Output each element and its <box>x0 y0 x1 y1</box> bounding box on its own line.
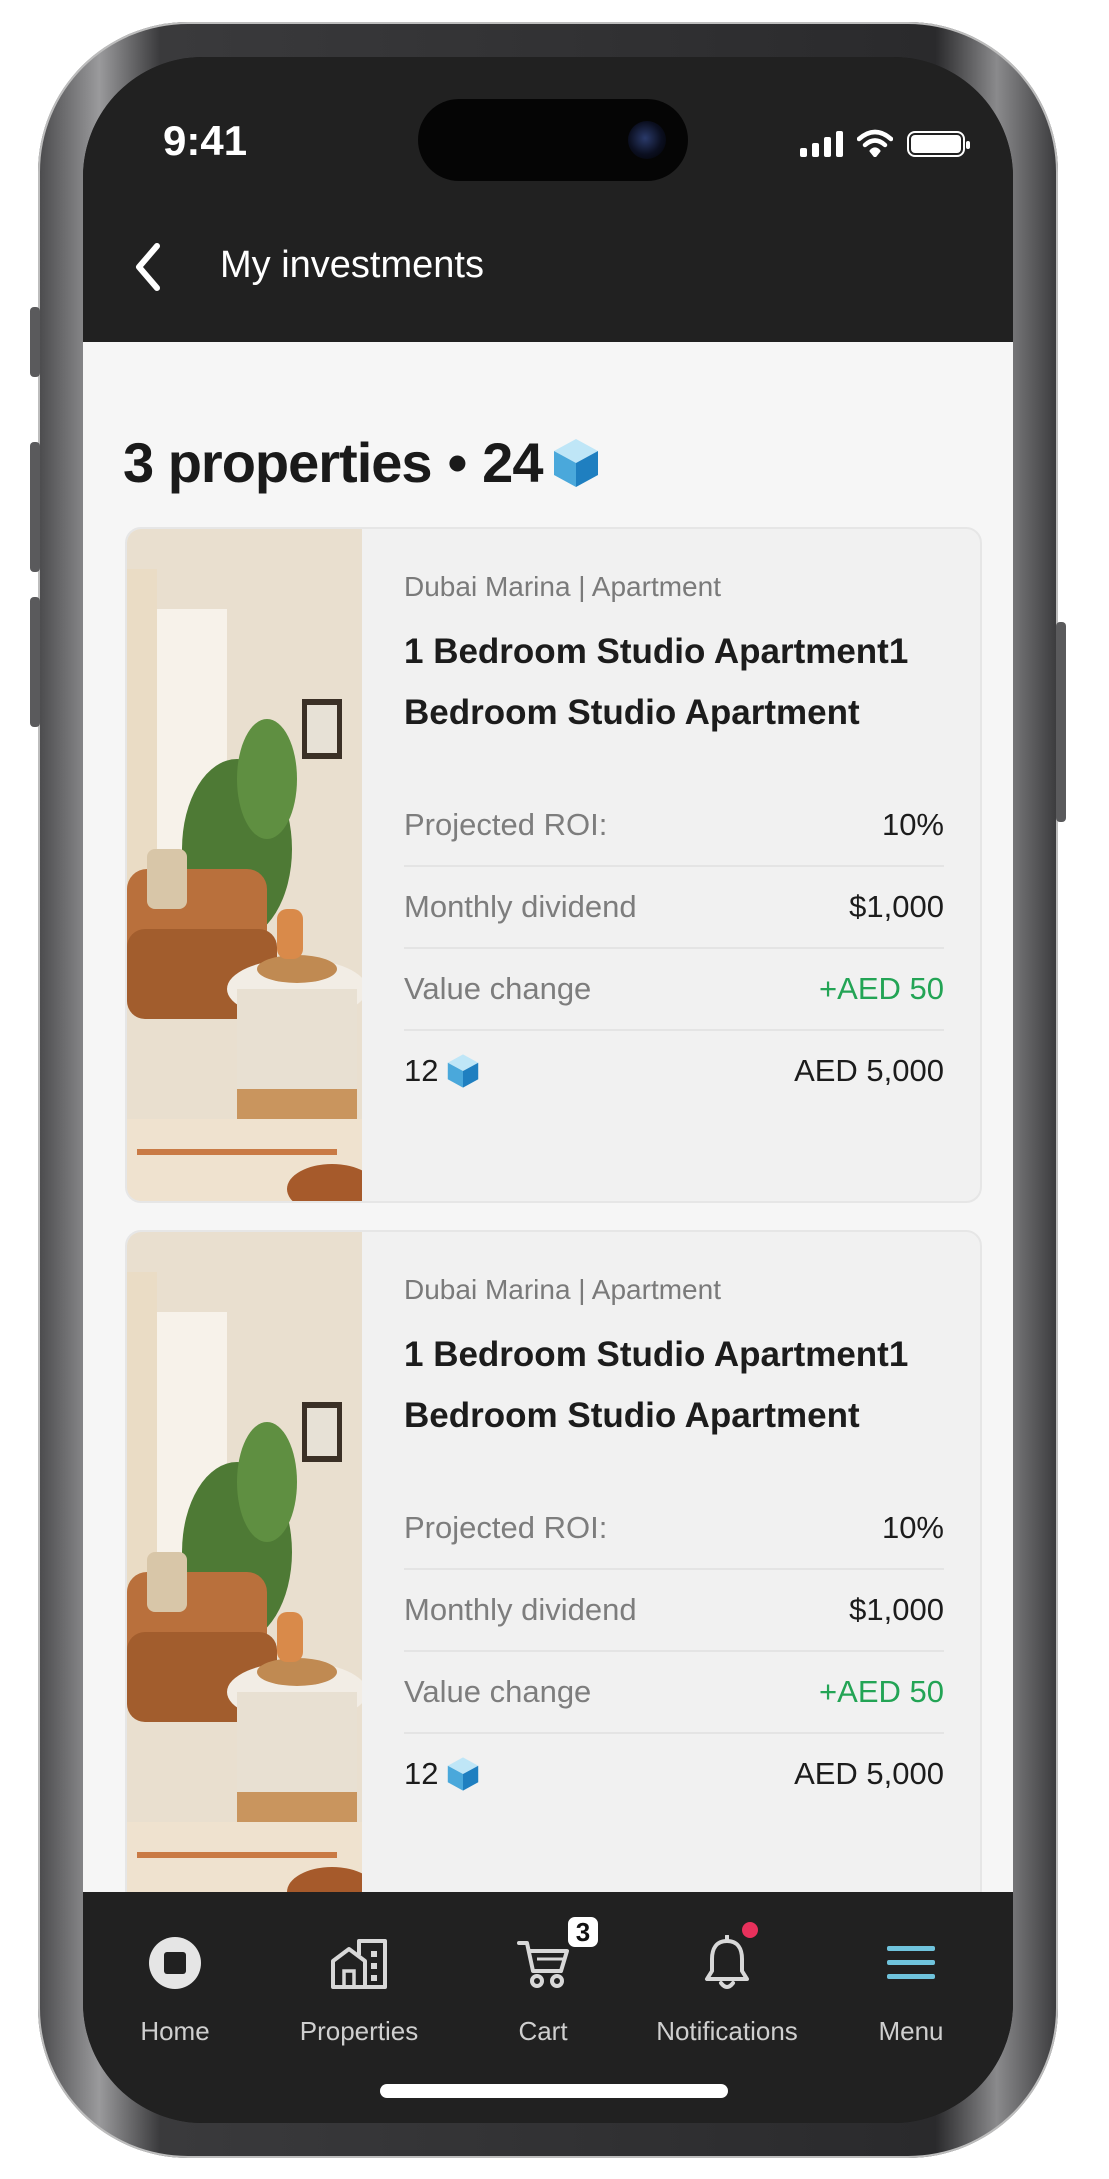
battery-icon <box>907 131 970 157</box>
holding-amount: AED 5,000 <box>794 1756 944 1791</box>
signal-icon <box>800 129 843 157</box>
tab-label: Cart <box>518 2016 568 2046</box>
wifi-icon <box>857 129 893 157</box>
value-change-label: Value change <box>404 1674 592 1709</box>
phone-side-button <box>1056 622 1066 822</box>
roi-value: 10% <box>881 1510 944 1545</box>
dividend-value: $1,000 <box>849 889 944 924</box>
chevron-left-icon <box>136 243 160 291</box>
property-card[interactable]: Dubai Marina | Apartment 1 Bedroom Studi… <box>125 527 982 1203</box>
status-icons <box>800 123 970 157</box>
home-indicator[interactable] <box>380 2084 728 2098</box>
property-title: 1 Bedroom Studio Apartment1 Bedroom Stud… <box>404 1335 909 1435</box>
tab-menu[interactable]: Menu <box>819 1930 1003 2047</box>
holding-row: 12 AED 5,000 <box>404 1031 944 1111</box>
roi-label: Projected ROI: <box>404 807 608 842</box>
cart-icon <box>517 1941 569 1988</box>
cube-icon <box>448 1054 479 1088</box>
token-count: 12 <box>404 1053 439 1088</box>
app-screen: 9:41 My investments 3 properties • 24 Du… <box>83 57 1013 2123</box>
roi-value: 10% <box>881 807 944 842</box>
tab-label: Home <box>140 2016 210 2046</box>
value-change-label: Value change <box>404 971 592 1006</box>
property-title: 1 Bedroom Studio Apartment1 Bedroom Stud… <box>404 632 909 732</box>
cube-icon <box>448 1757 479 1791</box>
phone-side-button <box>30 307 40 377</box>
property-stats: Projected ROI: 10% Monthly dividend $1,0… <box>404 1488 944 1814</box>
property-image <box>127 1232 362 1892</box>
value-change-row: Value change +AED 50 <box>404 949 944 1031</box>
phone-side-button <box>30 442 40 572</box>
dividend-row: Monthly dividend $1,000 <box>404 1570 944 1652</box>
property-card[interactable]: Dubai Marina | Apartment 1 Bedroom Studi… <box>125 1230 982 1892</box>
bell-icon <box>705 1935 749 1989</box>
tab-label: Menu <box>878 2016 944 2046</box>
roi-label: Projected ROI: <box>404 1510 608 1545</box>
cart-badge: 3 <box>565 1914 601 1950</box>
property-stats: Projected ROI: 10% Monthly dividend $1,0… <box>404 785 944 1111</box>
tab-label: Properties <box>299 2016 419 2046</box>
tab-home[interactable]: Home <box>83 1930 267 2047</box>
token-quantity: 12 <box>404 1756 480 1792</box>
dynamic-island <box>418 99 688 181</box>
property-location: Dubai Marina | Apartment <box>404 1274 721 1305</box>
top-bar: 9:41 My investments <box>83 57 1013 342</box>
camera-icon <box>628 121 666 159</box>
dividend-label: Monthly dividend <box>404 1592 637 1627</box>
investments-list[interactable]: 3 properties • 24 Dubai Marina | Apartme… <box>83 342 1013 1892</box>
portfolio-summary: 3 properties • 24 <box>123 430 600 495</box>
property-details: Dubai Marina | Apartment 1 Bedroom Studi… <box>404 1232 944 1814</box>
phone-side-button <box>30 597 40 727</box>
tab-label: Notifications <box>656 2016 798 2046</box>
buildings-icon <box>331 1939 387 1989</box>
home-icon <box>149 1937 201 1989</box>
token-quantity: 12 <box>404 1053 480 1089</box>
roi-row: Projected ROI: 10% <box>404 785 944 867</box>
dividend-row: Monthly dividend $1,000 <box>404 867 944 949</box>
menu-icon <box>887 1946 935 1979</box>
status-time: 9:41 <box>163 117 248 164</box>
tab-properties[interactable]: Properties <box>267 1930 451 2047</box>
properties-count: 3 properties <box>123 431 433 494</box>
dividend-label: Monthly dividend <box>404 889 637 924</box>
tokens-total: 24 <box>482 431 543 494</box>
roi-row: Projected ROI: 10% <box>404 1488 944 1570</box>
back-button[interactable] <box>123 237 173 297</box>
value-change-row: Value change +AED 50 <box>404 1652 944 1734</box>
page-title: My investments <box>220 244 484 286</box>
holding-row: 12 AED 5,000 <box>404 1734 944 1814</box>
property-details: Dubai Marina | Apartment 1 Bedroom Studi… <box>404 529 944 1111</box>
phone-frame: 9:41 My investments 3 properties • 24 Du… <box>30 22 1066 2158</box>
tab-cart[interactable]: 3 Cart <box>451 1914 635 2047</box>
value-change-value: +AED 50 <box>819 1674 944 1709</box>
token-count: 12 <box>404 1756 439 1791</box>
summary-separator: • <box>447 431 468 494</box>
property-location: Dubai Marina | Apartment <box>404 571 721 602</box>
holding-amount: AED 5,000 <box>794 1053 944 1088</box>
dividend-value: $1,000 <box>849 1592 944 1627</box>
notification-dot <box>742 1922 758 1938</box>
property-image <box>127 529 362 1201</box>
cube-icon <box>554 438 599 487</box>
value-change-value: +AED 50 <box>819 971 944 1006</box>
tab-notifications[interactable]: Notifications <box>635 1922 819 2047</box>
